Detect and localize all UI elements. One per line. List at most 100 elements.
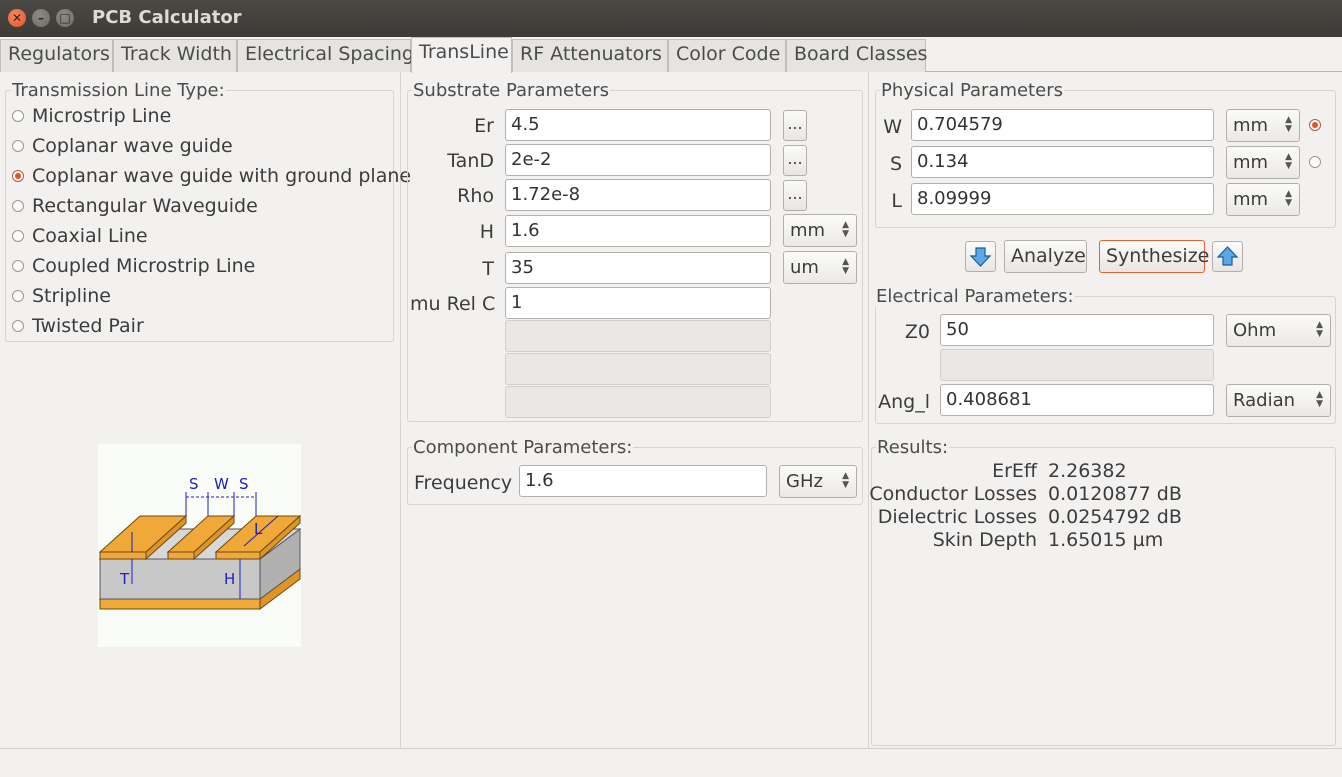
radio-label: Rectangular Waveguide <box>32 195 258 217</box>
angl-unit-select[interactable]: Radian ▲ ▼ <box>1226 384 1331 417</box>
rho-input[interactable]: 1.72e-8 <box>505 179 771 211</box>
radio-button[interactable] <box>12 260 24 272</box>
arrow-down-icon[interactable] <box>965 241 996 272</box>
result-label-skin-depth: Skin Depth <box>932 529 1037 551</box>
synthesize-button[interactable]: Synthesize <box>1099 240 1209 273</box>
s-unit-value: mm <box>1233 152 1269 173</box>
radio-label: Coplanar wave guide with ground plane <box>32 165 412 187</box>
maximize-icon[interactable]: □ <box>56 9 74 27</box>
tand-label: TanD <box>447 150 494 172</box>
tand-browse-button[interactable]: ... <box>783 145 807 176</box>
tab-track-width[interactable]: Track Width <box>113 39 237 72</box>
spin-arrows-icon: ▲ ▼ <box>842 257 849 276</box>
result-label-dielectric-losses: Dielectric Losses <box>877 506 1037 528</box>
radio-button[interactable] <box>12 110 24 122</box>
radio-twisted-pair[interactable]: Twisted Pair <box>12 312 144 340</box>
tab-electrical-spacing[interactable]: Electrical Spacing <box>237 39 414 72</box>
minimize-icon[interactable]: – <box>32 9 50 27</box>
radio-button-selected[interactable] <box>12 170 24 182</box>
radio-coplanar[interactable]: Coplanar wave guide <box>12 132 233 160</box>
radio-rect-waveguide[interactable]: Rectangular Waveguide <box>12 192 258 220</box>
l-input[interactable]: 8.09999 <box>911 183 1214 215</box>
z0-unit-value: Ohm <box>1233 320 1277 341</box>
spin-arrows-icon: ▲ ▼ <box>842 220 849 239</box>
radio-coaxial[interactable]: Coaxial Line <box>12 222 148 250</box>
coplanar-waveguide-diagram: S W S L T H <box>98 444 301 647</box>
frequency-unit-value: GHz <box>786 471 823 492</box>
radio-label: Twisted Pair <box>32 315 144 337</box>
er-label: Er <box>474 115 494 137</box>
angl-input[interactable]: 0.408681 <box>940 384 1214 416</box>
h-input[interactable]: 1.6 <box>505 215 771 247</box>
radio-stripline[interactable]: Stripline <box>12 282 111 310</box>
s-label: S <box>889 153 902 175</box>
z0-input[interactable]: 50 <box>940 314 1214 346</box>
result-value-ereff: 2.26382 <box>1048 460 1127 482</box>
radio-label: Coplanar wave guide <box>32 135 233 157</box>
angl-label: Ang_l <box>878 391 930 413</box>
line-type-title: Transmission Line Type: <box>11 80 226 101</box>
radio-button[interactable] <box>12 290 24 302</box>
radio-button[interactable] <box>12 200 24 212</box>
s-input[interactable]: 0.134 <box>911 146 1214 178</box>
radio-button[interactable] <box>12 230 24 242</box>
radio-label: Microstrip Line <box>32 105 172 127</box>
radio-microstrip[interactable]: Microstrip Line <box>12 102 171 130</box>
w-unit-value: mm <box>1233 115 1269 136</box>
tab-color-code[interactable]: Color Code <box>668 39 786 72</box>
close-icon[interactable]: ✕ <box>8 9 26 27</box>
w-input[interactable]: 0.704579 <box>911 109 1214 141</box>
w-target-radio[interactable] <box>1309 119 1321 131</box>
analyze-button[interactable]: Analyze <box>1004 240 1087 273</box>
result-value-skin-depth: 1.65015 µm <box>1048 529 1164 551</box>
er-browse-button[interactable]: ... <box>783 110 807 141</box>
radio-coplanar-ground[interactable]: Coplanar wave guide with ground plane <box>12 162 411 190</box>
radio-button[interactable] <box>12 140 24 152</box>
disabled-field <box>505 353 771 385</box>
t-input[interactable]: 35 <box>505 252 771 284</box>
result-label-conductor-losses: Conductor Losses <box>869 483 1037 505</box>
s-target-radio[interactable] <box>1309 156 1321 168</box>
tab-transline[interactable]: TransLine <box>411 37 512 73</box>
title-bar: ✕ – □ PCB Calculator <box>0 0 1342 37</box>
result-value-conductor-losses: 0.0120877 dB <box>1048 483 1182 505</box>
frequency-input[interactable]: 1.6 <box>519 465 767 497</box>
tab-regulators[interactable]: Regulators <box>0 39 113 72</box>
t-unit-select[interactable]: um ▲ ▼ <box>783 251 857 284</box>
w-unit-select[interactable]: mm ▲ ▼ <box>1226 109 1300 142</box>
window-title: PCB Calculator <box>92 7 242 28</box>
z0-unit-select[interactable]: Ohm ▲ ▼ <box>1226 314 1331 347</box>
status-bar <box>0 748 1342 777</box>
tab-rf-attenuators[interactable]: RF Attenuators <box>512 39 668 72</box>
er-input[interactable]: 4.5 <box>505 109 771 141</box>
electrical-title: Electrical Parameters: <box>875 286 1075 307</box>
l-unit-value: mm <box>1233 189 1269 210</box>
diagram-label-s2: S <box>239 475 249 493</box>
radio-button[interactable] <box>12 320 24 332</box>
arrow-up-icon[interactable] <box>1212 241 1243 272</box>
radio-label: Coupled Microstrip Line <box>32 255 256 277</box>
tand-input[interactable]: 2e-2 <box>505 144 771 176</box>
diagram-label-l: L <box>254 520 263 538</box>
disabled-field <box>940 349 1214 381</box>
disabled-field <box>505 386 771 418</box>
tab-board-classes[interactable]: Board Classes <box>786 39 927 72</box>
spin-arrows-icon: ▲ ▼ <box>1285 189 1292 208</box>
diagram-label-s1: S <box>189 475 199 493</box>
l-unit-select[interactable]: mm ▲ ▼ <box>1226 183 1300 216</box>
radio-label: Coaxial Line <box>32 225 148 247</box>
s-unit-select[interactable]: mm ▲ ▼ <box>1226 146 1300 179</box>
rho-browse-button[interactable]: ... <box>783 180 807 211</box>
component-title: Component Parameters: <box>412 437 634 458</box>
tab-bar: Regulators Track Width Electrical Spacin… <box>0 37 1342 73</box>
z0-label: Z0 <box>904 321 930 343</box>
radio-coupled-microstrip[interactable]: Coupled Microstrip Line <box>12 252 255 280</box>
t-label: T <box>482 258 494 280</box>
h-label: H <box>479 221 494 243</box>
w-label: W <box>883 116 902 138</box>
rho-label: Rho <box>457 185 494 207</box>
spin-arrows-icon: ▲ ▼ <box>1285 115 1292 134</box>
murel-input[interactable]: 1 <box>505 287 771 319</box>
substrate-title: Substrate Parameters <box>412 80 611 101</box>
h-unit-select[interactable]: mm ▲ ▼ <box>783 214 857 247</box>
